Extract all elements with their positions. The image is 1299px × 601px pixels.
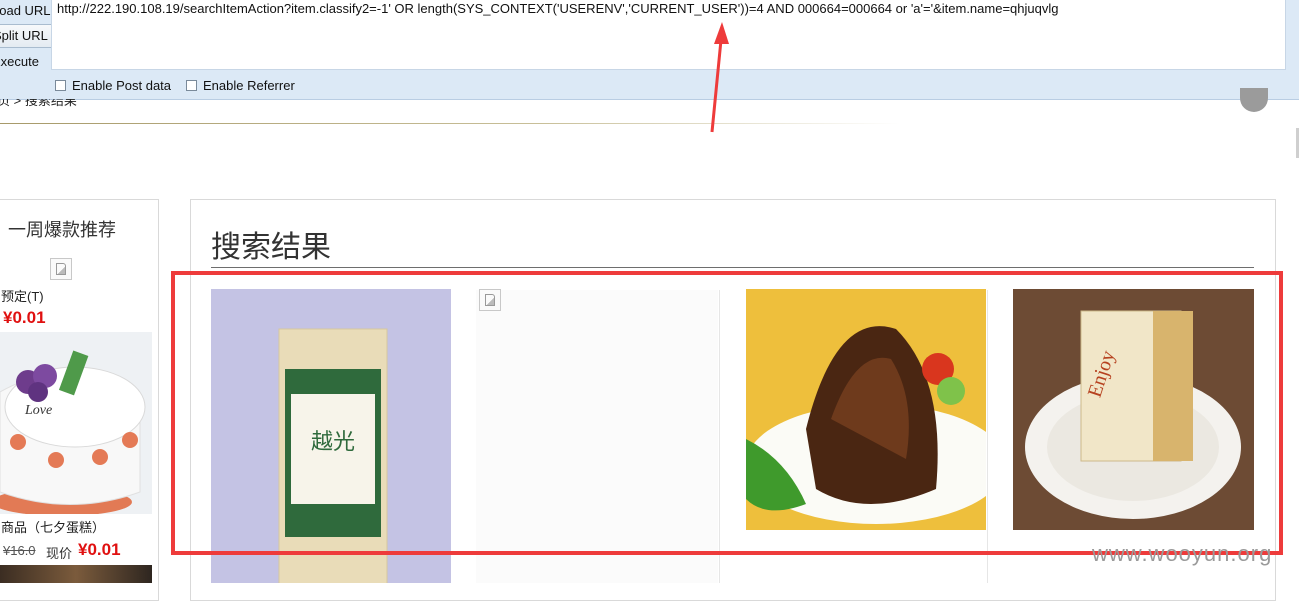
watermark: www.wooyun.org [1092,541,1273,566]
highlight-overlay [171,271,1283,555]
results-highlight-box [171,271,1283,555]
